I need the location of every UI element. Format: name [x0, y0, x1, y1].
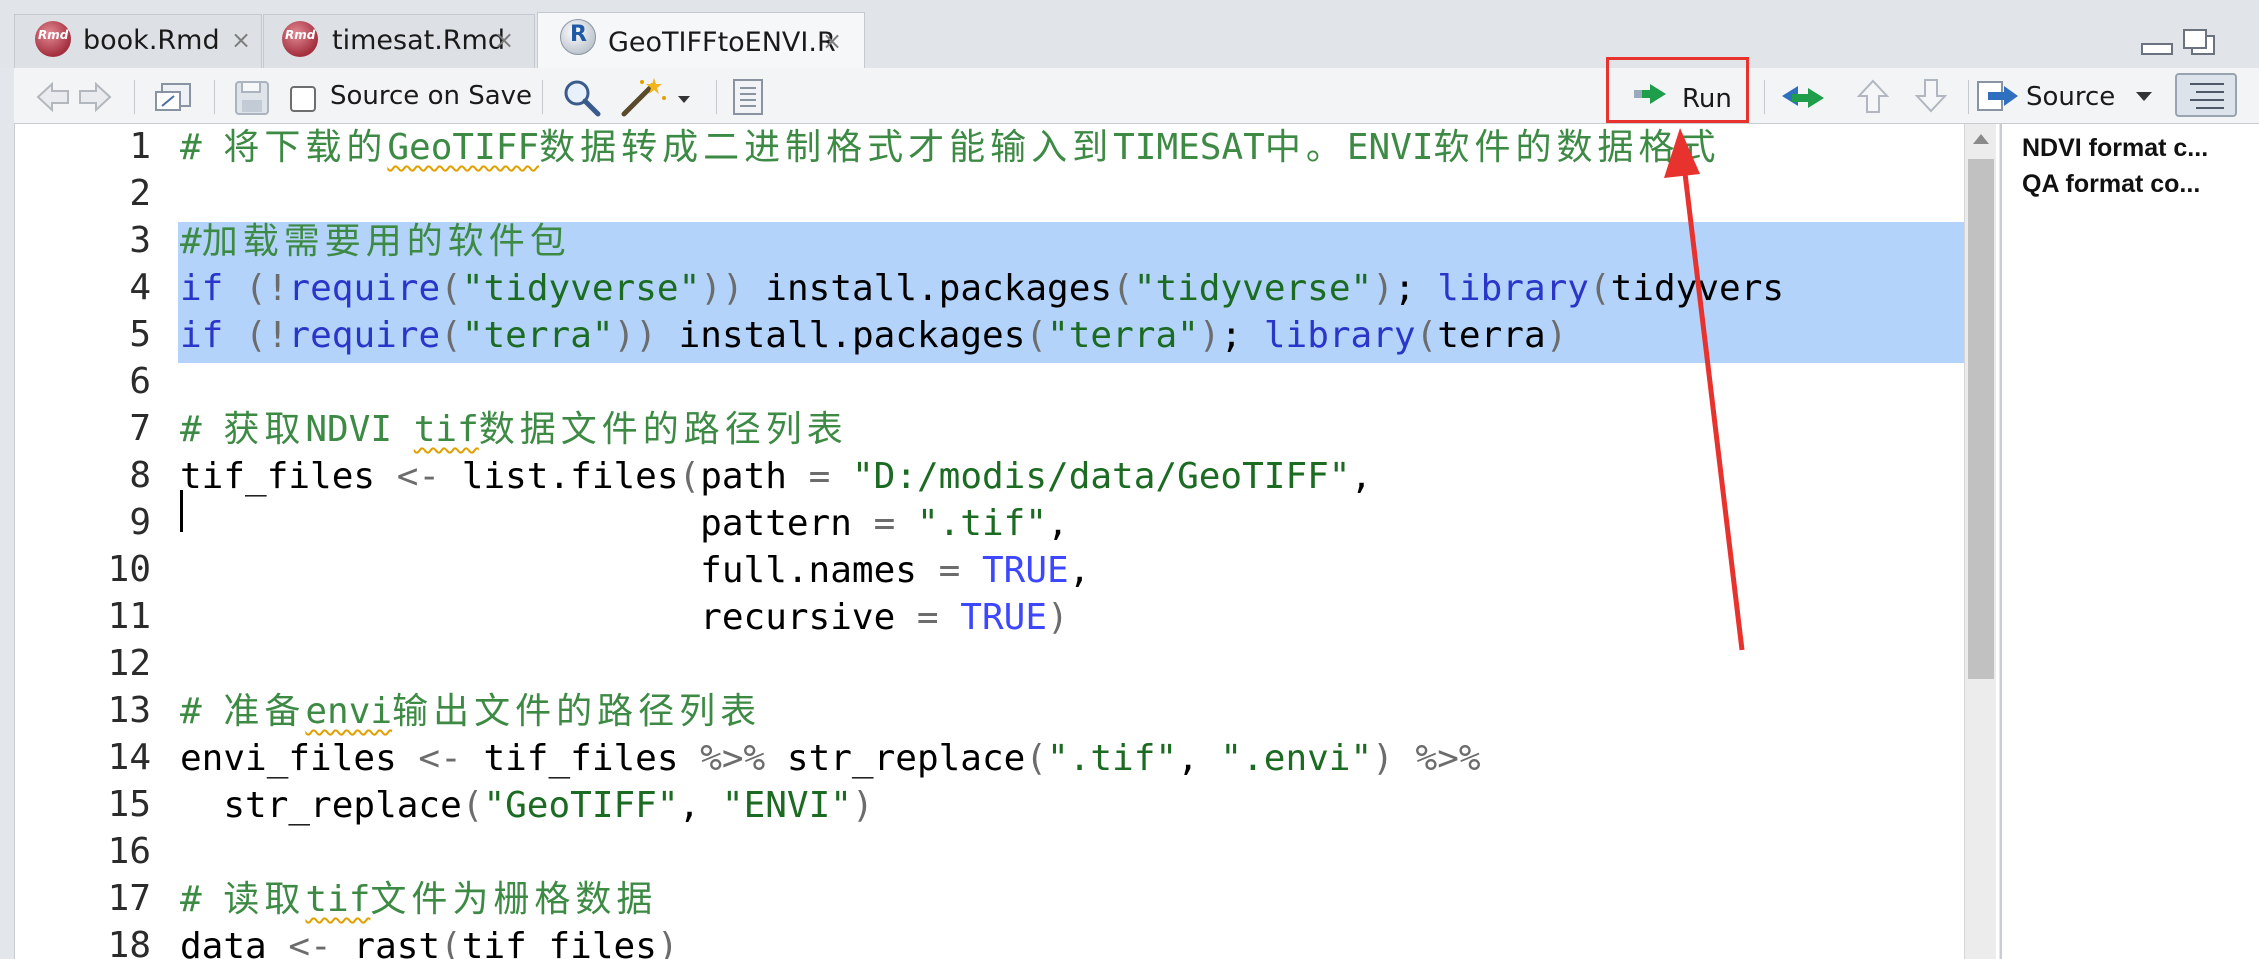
line-number: 6 [129, 361, 151, 402]
line-number: 4 [129, 267, 151, 308]
code-line[interactable]: str_replace("GeoTIFF", "ENVI") [180, 782, 873, 829]
source-dropdown-chevron-icon[interactable] [2134, 90, 2154, 104]
line-number: 2 [129, 173, 151, 214]
code-line[interactable]: tif_files <- list.files(path = "D:/modis… [180, 453, 1372, 500]
line-number: 10 [107, 549, 151, 590]
tab-book-rmd[interactable]: Rmd book.Rmd × [14, 14, 262, 68]
line-number: 3 [129, 220, 151, 261]
compile-report-icon[interactable] [730, 78, 766, 116]
code-line[interactable]: if (!require("tidyverse")) install.packa… [180, 265, 1784, 312]
line-number: 5 [129, 314, 151, 355]
rmd-file-icon: Rmd [35, 21, 71, 57]
tab-label: GeoTIFFtoENVI.R [608, 27, 836, 58]
tab-geotifftoenvi-r[interactable]: R GeoTIFFtoENVI.R × [537, 12, 865, 68]
pane-minimize-maximize-icons[interactable] [2138, 26, 2218, 62]
line-number: 7 [129, 408, 151, 449]
source-button[interactable]: Source [2026, 82, 2115, 112]
editor-toolbar: Source on Save Run Source [14, 68, 2259, 124]
code-line[interactable]: #加载需要用的软件包 [180, 218, 571, 265]
line-number: 18 [107, 925, 151, 959]
code-line[interactable]: # 准备envi输出文件的路径列表 [180, 688, 761, 735]
close-icon[interactable]: × [494, 26, 514, 54]
line-number: 12 [107, 643, 151, 684]
document-outline-icon[interactable] [2174, 72, 2238, 118]
outline-item[interactable]: NDVI format c... [2022, 134, 2208, 163]
code-line[interactable]: envi_files <- tif_files %>% str_replace(… [180, 735, 1481, 782]
run-highlight-box [1606, 57, 1749, 123]
r-file-icon: R [560, 19, 596, 55]
line-number: 11 [107, 596, 151, 637]
code-line[interactable]: # 将下载的GeoTIFF数据转成二进制格式才能输入到TIMESAT中。ENVI… [180, 124, 1721, 171]
line-number: 13 [107, 690, 151, 731]
close-icon[interactable]: × [231, 26, 251, 54]
scrollbar-thumb[interactable] [1968, 159, 1994, 679]
go-to-previous-section-icon[interactable] [1856, 78, 1890, 114]
line-number: 14 [107, 737, 151, 778]
source-file-icon[interactable] [1974, 78, 2022, 114]
line-number: 16 [107, 831, 151, 872]
search-icon[interactable] [562, 78, 602, 118]
line-number-gutter: 1 2 3 4 5 6 7 8 9 10 11 12 13 14 15 16 1… [15, 124, 171, 959]
outline-item[interactable]: QA format co... [2022, 170, 2200, 199]
line-number: 1 [129, 126, 151, 167]
line-number: 9 [129, 502, 151, 543]
line-number: 8 [129, 455, 151, 496]
source-on-save-label: Source on Save [330, 81, 533, 111]
line-number: 17 [107, 878, 151, 919]
code-line[interactable]: # 获取NDVI tif数据文件的路径列表 [180, 406, 848, 453]
tab-label: book.Rmd [83, 25, 220, 56]
show-in-window-icon[interactable] [154, 80, 194, 114]
text-cursor [180, 490, 183, 532]
code-line[interactable]: full.names = TRUE, [180, 547, 1090, 594]
editor-vertical-scrollbar[interactable] [1964, 124, 1996, 959]
rmd-file-icon: Rmd [282, 21, 318, 57]
rerun-icon[interactable] [1778, 78, 1828, 114]
code-line[interactable]: recursive = TRUE) [180, 594, 1069, 641]
scroll-up-arrow-icon[interactable] [1973, 134, 1989, 144]
code-line[interactable]: if (!require("terra")) install.packages(… [180, 312, 1567, 359]
code-line[interactable]: pattern = ".tif", [180, 500, 1069, 547]
tab-label: timesat.Rmd [332, 25, 505, 56]
code-tools-wand-icon[interactable] [618, 76, 698, 118]
document-outline-pane: NDVI format c... QA format co... [2000, 124, 2259, 959]
editor-tab-bar: Rmd book.Rmd × Rmd timesat.Rmd × R GeoTI… [0, 0, 2259, 68]
back-forward-icons[interactable] [34, 80, 114, 114]
source-on-save-checkbox[interactable] [290, 86, 316, 112]
go-to-next-section-icon[interactable] [1914, 78, 1948, 114]
code-line[interactable]: # 读取tif文件为栅格数据 [180, 876, 657, 923]
tab-timesat-rmd[interactable]: Rmd timesat.Rmd × [263, 14, 535, 68]
line-number: 15 [107, 784, 151, 825]
code-line[interactable]: data <- rast(tif_files) [180, 923, 679, 959]
close-icon[interactable]: × [822, 27, 842, 55]
code-editor[interactable]: 1 2 3 4 5 6 7 8 9 10 11 12 13 14 15 16 1… [14, 124, 1999, 959]
save-icon[interactable] [234, 80, 270, 116]
